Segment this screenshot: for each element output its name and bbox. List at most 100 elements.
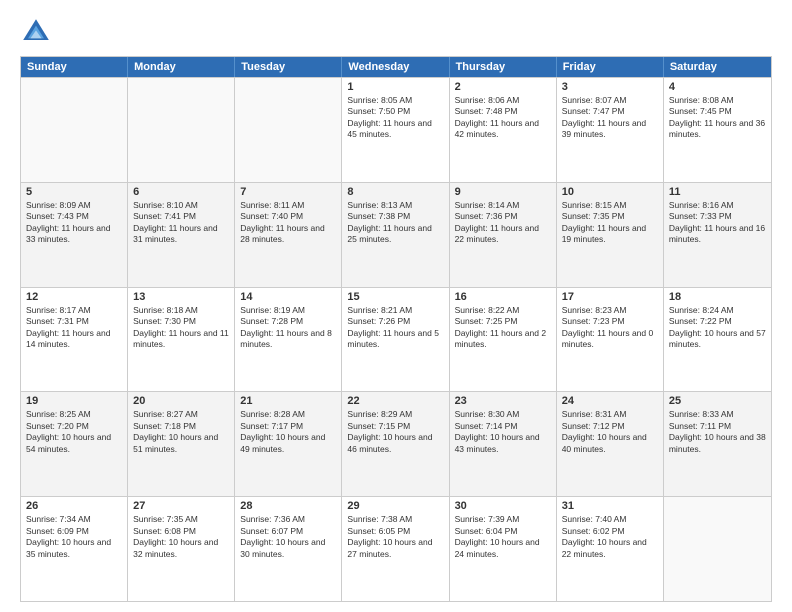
- day-cell-24: 24 Sunrise: 8:31 AM Sunset: 7:12 PM Dayli…: [557, 392, 664, 496]
- day-cell-15: 15 Sunrise: 8:21 AM Sunset: 7:26 PM Dayli…: [342, 288, 449, 392]
- day-info: Sunrise: 8:27 AM Sunset: 7:18 PM Dayligh…: [133, 409, 229, 455]
- day-cell-17: 17 Sunrise: 8:23 AM Sunset: 7:23 PM Dayli…: [557, 288, 664, 392]
- day-info: Sunrise: 8:11 AM Sunset: 7:40 PM Dayligh…: [240, 200, 336, 246]
- day-number: 27: [133, 500, 229, 512]
- day-number: 22: [347, 395, 443, 407]
- day-info: Sunrise: 8:19 AM Sunset: 7:28 PM Dayligh…: [240, 305, 336, 351]
- day-number: 25: [669, 395, 766, 407]
- header: [20, 16, 772, 48]
- day-cell-19: 19Sunrise: 8:25 AM Sunset: 7:20 PM Dayli…: [21, 392, 128, 496]
- day-info: Sunrise: 7:39 AM Sunset: 6:04 PM Dayligh…: [455, 514, 551, 560]
- calendar: SundayMondayTuesdayWednesdayThursdayFrid…: [20, 56, 772, 602]
- day-number: 23: [455, 395, 551, 407]
- day-cell-16: 16 Sunrise: 8:22 AM Sunset: 7:25 PM Dayli…: [450, 288, 557, 392]
- day-cell-14: 14Sunrise: 8:19 AM Sunset: 7:28 PM Dayli…: [235, 288, 342, 392]
- empty-cell: [235, 78, 342, 182]
- day-number: 12: [26, 291, 122, 303]
- day-number: 13: [133, 291, 229, 303]
- day-number: 17: [562, 291, 658, 303]
- day-cell-5: 5 Sunrise: 8:09 AM Sunset: 7:43 PM Daylig…: [21, 183, 128, 287]
- day-info: Sunrise: 8:23 AM Sunset: 7:23 PM Dayligh…: [562, 305, 658, 351]
- day-info: Sunrise: 8:33 AM Sunset: 7:11 PM Dayligh…: [669, 409, 766, 455]
- day-info: Sunrise: 8:25 AM Sunset: 7:20 PM Dayligh…: [26, 409, 122, 455]
- day-info: Sunrise: 8:05 AM Sunset: 7:50 PM Dayligh…: [347, 95, 443, 141]
- day-number: 7: [240, 186, 336, 198]
- day-cell-22: 22 Sunrise: 8:29 AM Sunset: 7:15 PM Dayli…: [342, 392, 449, 496]
- day-number: 8: [347, 186, 443, 198]
- day-number: 26: [26, 500, 122, 512]
- day-cell-31: 31 Sunrise: 7:40 AM Sunset: 6:02 PM Dayli…: [557, 497, 664, 601]
- day-cell-20: 20 Sunrise: 8:27 AM Sunset: 7:18 PM Dayli…: [128, 392, 235, 496]
- day-number: 4: [669, 81, 766, 93]
- weekday-header-tuesday: Tuesday: [235, 57, 342, 77]
- day-cell-26: 26Sunrise: 7:34 AM Sunset: 6:09 PM Dayli…: [21, 497, 128, 601]
- day-number: 16: [455, 291, 551, 303]
- page: SundayMondayTuesdayWednesdayThursdayFrid…: [0, 0, 792, 612]
- day-cell-23: 23 Sunrise: 8:30 AM Sunset: 7:14 PM Dayli…: [450, 392, 557, 496]
- day-info: Sunrise: 8:07 AM Sunset: 7:47 PM Dayligh…: [562, 95, 658, 141]
- day-cell-9: 9 Sunrise: 8:14 AM Sunset: 7:36 PM Daylig…: [450, 183, 557, 287]
- calendar-row-2: 12 Sunrise: 8:17 AM Sunset: 7:31 PM Dayli…: [21, 287, 771, 392]
- day-number: 9: [455, 186, 551, 198]
- day-number: 28: [240, 500, 336, 512]
- calendar-header: SundayMondayTuesdayWednesdayThursdayFrid…: [21, 57, 771, 77]
- day-cell-4: 4 Sunrise: 8:08 AM Sunset: 7:45 PM Daylig…: [664, 78, 771, 182]
- day-cell-6: 6Sunrise: 8:10 AM Sunset: 7:41 PM Daylig…: [128, 183, 235, 287]
- day-number: 3: [562, 81, 658, 93]
- day-info: Sunrise: 7:35 AM Sunset: 6:08 PM Dayligh…: [133, 514, 229, 560]
- empty-cell: [664, 497, 771, 601]
- day-info: Sunrise: 8:21 AM Sunset: 7:26 PM Dayligh…: [347, 305, 443, 351]
- day-cell-1: 1 Sunrise: 8:05 AM Sunset: 7:50 PM Daylig…: [342, 78, 449, 182]
- day-info: Sunrise: 8:18 AM Sunset: 7:30 PM Dayligh…: [133, 305, 229, 351]
- day-number: 24: [562, 395, 658, 407]
- day-info: Sunrise: 8:31 AM Sunset: 7:12 PM Dayligh…: [562, 409, 658, 455]
- day-number: 1: [347, 81, 443, 93]
- calendar-row-1: 5 Sunrise: 8:09 AM Sunset: 7:43 PM Daylig…: [21, 182, 771, 287]
- day-info: Sunrise: 8:24 AM Sunset: 7:22 PM Dayligh…: [669, 305, 766, 351]
- day-info: Sunrise: 8:15 AM Sunset: 7:35 PM Dayligh…: [562, 200, 658, 246]
- day-info: Sunrise: 8:06 AM Sunset: 7:48 PM Dayligh…: [455, 95, 551, 141]
- day-info: Sunrise: 8:09 AM Sunset: 7:43 PM Dayligh…: [26, 200, 122, 246]
- logo: [20, 16, 56, 48]
- empty-cell: [21, 78, 128, 182]
- day-info: Sunrise: 7:40 AM Sunset: 6:02 PM Dayligh…: [562, 514, 658, 560]
- day-cell-18: 18 Sunrise: 8:24 AM Sunset: 7:22 PM Dayli…: [664, 288, 771, 392]
- day-number: 11: [669, 186, 766, 198]
- day-info: Sunrise: 8:22 AM Sunset: 7:25 PM Dayligh…: [455, 305, 551, 351]
- day-info: Sunrise: 8:14 AM Sunset: 7:36 PM Dayligh…: [455, 200, 551, 246]
- day-cell-28: 28 Sunrise: 7:36 AM Sunset: 6:07 PM Dayli…: [235, 497, 342, 601]
- calendar-row-4: 26Sunrise: 7:34 AM Sunset: 6:09 PM Dayli…: [21, 496, 771, 601]
- day-cell-12: 12 Sunrise: 8:17 AM Sunset: 7:31 PM Dayli…: [21, 288, 128, 392]
- day-cell-29: 29Sunrise: 7:38 AM Sunset: 6:05 PM Dayli…: [342, 497, 449, 601]
- weekday-header-sunday: Sunday: [21, 57, 128, 77]
- day-info: Sunrise: 7:36 AM Sunset: 6:07 PM Dayligh…: [240, 514, 336, 560]
- calendar-row-0: 1 Sunrise: 8:05 AM Sunset: 7:50 PM Daylig…: [21, 77, 771, 182]
- day-info: Sunrise: 8:29 AM Sunset: 7:15 PM Dayligh…: [347, 409, 443, 455]
- day-number: 18: [669, 291, 766, 303]
- day-number: 21: [240, 395, 336, 407]
- day-info: Sunrise: 8:08 AM Sunset: 7:45 PM Dayligh…: [669, 95, 766, 141]
- day-cell-13: 13 Sunrise: 8:18 AM Sunset: 7:30 PM Dayli…: [128, 288, 235, 392]
- day-cell-21: 21Sunrise: 8:28 AM Sunset: 7:17 PM Dayli…: [235, 392, 342, 496]
- weekday-header-friday: Friday: [557, 57, 664, 77]
- empty-cell: [128, 78, 235, 182]
- day-number: 31: [562, 500, 658, 512]
- day-number: 5: [26, 186, 122, 198]
- day-info: Sunrise: 8:17 AM Sunset: 7:31 PM Dayligh…: [26, 305, 122, 351]
- day-number: 20: [133, 395, 229, 407]
- day-info: Sunrise: 8:30 AM Sunset: 7:14 PM Dayligh…: [455, 409, 551, 455]
- day-cell-7: 7 Sunrise: 8:11 AM Sunset: 7:40 PM Daylig…: [235, 183, 342, 287]
- day-number: 2: [455, 81, 551, 93]
- calendar-body: 1 Sunrise: 8:05 AM Sunset: 7:50 PM Daylig…: [21, 77, 771, 601]
- day-cell-30: 30 Sunrise: 7:39 AM Sunset: 6:04 PM Dayli…: [450, 497, 557, 601]
- day-number: 15: [347, 291, 443, 303]
- day-number: 10: [562, 186, 658, 198]
- day-info: Sunrise: 8:10 AM Sunset: 7:41 PM Dayligh…: [133, 200, 229, 246]
- day-cell-25: 25 Sunrise: 8:33 AM Sunset: 7:11 PM Dayli…: [664, 392, 771, 496]
- day-info: Sunrise: 8:16 AM Sunset: 7:33 PM Dayligh…: [669, 200, 766, 246]
- day-cell-11: 11 Sunrise: 8:16 AM Sunset: 7:33 PM Dayli…: [664, 183, 771, 287]
- day-number: 30: [455, 500, 551, 512]
- day-cell-10: 10 Sunrise: 8:15 AM Sunset: 7:35 PM Dayli…: [557, 183, 664, 287]
- day-cell-27: 27 Sunrise: 7:35 AM Sunset: 6:08 PM Dayli…: [128, 497, 235, 601]
- day-info: Sunrise: 8:13 AM Sunset: 7:38 PM Dayligh…: [347, 200, 443, 246]
